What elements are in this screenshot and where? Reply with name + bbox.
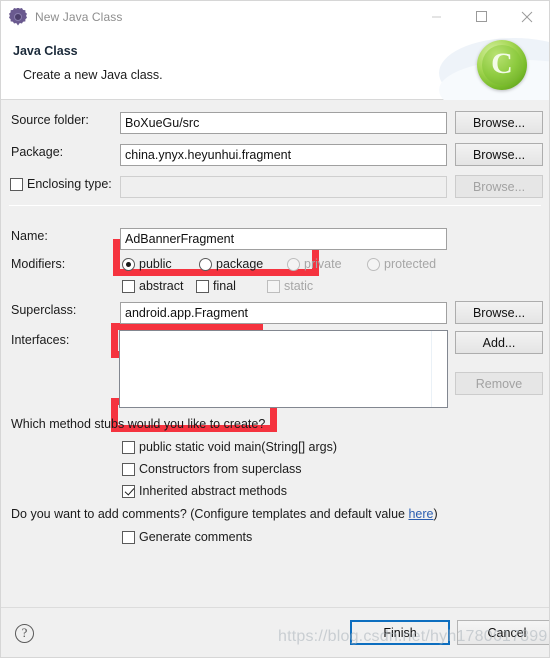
modifier-protected-radio: [367, 257, 380, 271]
package-input[interactable]: china.ynyx.heyunhui.fragment: [120, 144, 447, 166]
stub-constructors-row[interactable]: Constructors from superclass: [122, 462, 302, 476]
modifier-static-label: static: [284, 279, 314, 293]
superclass-input[interactable]: android.app.Fragment: [120, 302, 447, 324]
maximize-icon[interactable]: [459, 1, 504, 32]
modifier-static-checkbox: [267, 279, 280, 293]
minimize-icon[interactable]: [414, 1, 459, 32]
name-label: Name:: [11, 229, 48, 243]
enclosing-type-input: [120, 176, 447, 198]
modifier-protected-radio-row: protected: [367, 257, 436, 271]
interfaces-scrollbar[interactable]: [431, 331, 432, 407]
window-title: New Java Class: [35, 9, 123, 24]
modifier-private-radio-row: private: [287, 257, 342, 271]
stub-constructors-label: Constructors from superclass: [139, 462, 302, 476]
name-label-wrap: Name:: [11, 229, 48, 243]
modifier-final-label: final: [213, 279, 236, 293]
interfaces-remove-button: Remove: [455, 372, 543, 395]
configure-templates-link[interactable]: here: [408, 507, 433, 521]
modifier-public-label: public: [139, 257, 172, 271]
stub-main-method-row[interactable]: public static void main(String[] args): [122, 440, 337, 454]
finish-button[interactable]: Finish: [350, 620, 450, 645]
modifier-final-row[interactable]: final: [196, 279, 236, 293]
modifiers-label-wrap: Modifiers:: [11, 257, 65, 271]
comments-question-suffix: ): [433, 507, 438, 521]
modifier-private-label: private: [304, 257, 342, 271]
comments-question-prefix: Do you want to add comments? (Configure …: [11, 507, 409, 521]
enclosing-type-browse-button: Browse...: [455, 175, 543, 198]
package-label: Package:: [11, 145, 64, 159]
enclosing-type-checkbox[interactable]: [10, 177, 23, 191]
section-divider-1: [9, 205, 541, 206]
superclass-label: Superclass:: [11, 303, 77, 317]
method-stubs-question: Which method stubs would you like to cre…: [11, 417, 266, 431]
modifier-private-radio: [287, 257, 300, 271]
package-browse-button[interactable]: Browse...: [455, 143, 543, 166]
modifier-abstract-row[interactable]: abstract: [122, 279, 183, 293]
header-artwork: C: [439, 32, 549, 100]
modifier-final-checkbox[interactable]: [196, 279, 209, 293]
dialog-header: C Java Class Create a new Java class.: [1, 32, 549, 100]
source-folder-input[interactable]: BoXueGu/src: [120, 112, 447, 134]
name-input[interactable]: AdBannerFragment: [120, 228, 447, 250]
stub-main-method-checkbox[interactable]: [122, 440, 135, 454]
badge-letter: C: [491, 47, 513, 80]
close-icon[interactable]: [504, 1, 549, 32]
source-folder-label: Source folder:: [11, 113, 89, 127]
source-folder-browse-button[interactable]: Browse...: [455, 111, 543, 134]
java-class-badge-icon: C: [477, 40, 527, 90]
modifier-protected-label: protected: [384, 257, 437, 271]
superclass-label-wrap: Superclass:: [11, 303, 76, 317]
interfaces-list[interactable]: [119, 330, 448, 408]
dialog-footer: ? Finish Cancel: [1, 607, 549, 657]
gear-icon: [9, 7, 27, 26]
generate-comments-label: Generate comments: [139, 530, 253, 544]
modifier-package-label: package: [216, 257, 264, 271]
window-controls: [414, 1, 549, 32]
stub-inherited-label: Inherited abstract methods: [139, 484, 287, 498]
comments-question: Do you want to add comments? (Configure …: [11, 507, 438, 521]
modifier-abstract-checkbox[interactable]: [122, 279, 135, 293]
stub-inherited-checkbox[interactable]: [122, 484, 135, 498]
modifier-package-radio-row[interactable]: package: [199, 257, 263, 271]
interfaces-label-wrap: Interfaces:: [11, 333, 69, 347]
package-label-wrap: Package:: [11, 145, 63, 159]
interfaces-add-button[interactable]: Add...: [455, 331, 543, 354]
title-bar: New Java Class: [1, 1, 549, 32]
source-folder-label-wrap: Source folder:: [11, 113, 89, 127]
modifier-package-radio[interactable]: [199, 257, 212, 271]
new-java-class-dialog: New Java Class C Java Class Create a new…: [0, 0, 550, 658]
modifiers-label: Modifiers:: [11, 257, 66, 271]
modifier-static-row: static: [267, 279, 313, 293]
stub-main-method-label: public static void main(String[] args): [139, 440, 337, 454]
dialog-body: Source folder: BoXueGu/src Browse... Pac…: [1, 100, 549, 608]
stub-inherited-row[interactable]: Inherited abstract methods: [122, 484, 287, 498]
modifier-public-radio[interactable]: [122, 257, 135, 271]
interfaces-label: Interfaces:: [11, 333, 70, 347]
help-icon[interactable]: ?: [15, 624, 34, 643]
generate-comments-row[interactable]: Generate comments: [122, 530, 252, 544]
stub-constructors-checkbox[interactable]: [122, 462, 135, 476]
enclosing-type-row[interactable]: Enclosing type:: [10, 177, 112, 191]
superclass-browse-button[interactable]: Browse...: [455, 301, 543, 324]
modifier-abstract-label: abstract: [139, 279, 184, 293]
modifier-public-radio-row[interactable]: public: [122, 257, 172, 271]
enclosing-type-label: Enclosing type:: [27, 177, 112, 191]
generate-comments-checkbox[interactable]: [122, 530, 135, 544]
cancel-button[interactable]: Cancel: [457, 620, 549, 645]
